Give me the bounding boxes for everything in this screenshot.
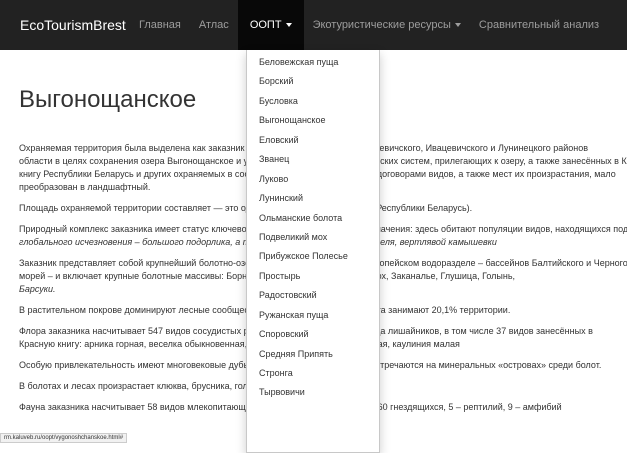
dropdown-item-radostovsky[interactable]: Радостовский — [247, 286, 379, 305]
dropdown-item-vygonoshchanskoe[interactable]: Выгонощанское — [247, 111, 379, 130]
dropdown-item-olmanskie-bolota[interactable]: Ольманские болота — [247, 209, 379, 228]
dropdown-item-luninsky[interactable]: Лунинский — [247, 189, 379, 208]
dropdown-item-belovezhskaya-pushcha[interactable]: Беловежская пуща — [247, 53, 379, 72]
chevron-down-icon — [285, 23, 292, 28]
dropdown-item-prostyr[interactable]: Простырь — [247, 267, 379, 286]
dropdown-item-lukovo[interactable]: Луково — [247, 170, 379, 189]
paragraph-line: преобразован в ландшафтный. — [19, 182, 151, 192]
chevron-down-icon — [454, 23, 461, 28]
brand-logo[interactable]: EcoTourismBrest — [20, 17, 126, 33]
top-navbar: EcoTourismBrest Главная Атлас ООПТ Экоту… — [0, 0, 627, 50]
dropdown-item-buslovka[interactable]: Бусловка — [247, 92, 379, 111]
nav-link-comparative-analysis[interactable]: Сравнительный анализ — [470, 0, 608, 50]
nav-link-ecotourism-resources[interactable]: Экотуристические ресурсы — [304, 0, 470, 50]
nav-link-ecotourism-label: Экотуристические ресурсы — [312, 19, 451, 31]
nav-link-home[interactable]: Главная — [130, 0, 190, 50]
dropdown-item-pribuzhskoe-polesie[interactable]: Прибужское Полесье — [247, 247, 379, 266]
dropdown-item-podvelikiy-mokh[interactable]: Подвеликий мох — [247, 228, 379, 247]
dropdown-item-ruzhanskaya-pushcha[interactable]: Ружанская пуща — [247, 306, 379, 325]
nav-links: Главная Атлас ООПТ Экотуристические ресу… — [130, 0, 608, 50]
nav-link-atlas[interactable]: Атлас — [190, 0, 238, 50]
dropdown-item-srednyaya-pripyat[interactable]: Средняя Припять — [247, 345, 379, 364]
dropdown-item-stronga[interactable]: Стронга — [247, 364, 379, 383]
paragraph-line: Красную книгу: арника горная, веселка об… — [19, 339, 460, 349]
page-title: Выгонощанское — [19, 86, 197, 113]
dropdown-item-zvanets[interactable]: Званец — [247, 150, 379, 169]
dropdown-item-elovsky[interactable]: Еловский — [247, 131, 379, 150]
oopt-dropdown-menu: Беловежская пуща Борский Бусловка Выгоно… — [246, 50, 380, 453]
nav-link-oopt[interactable]: ООПТ — [237, 0, 304, 50]
dropdown-item-sporovsky[interactable]: Споровский — [247, 325, 379, 344]
browser-status-url: rm.kaluveb.ru/oopt/vygonoshchanskoe.html… — [0, 433, 128, 443]
dropdown-item-tyrvovichi[interactable]: Тырвовичи — [247, 383, 379, 402]
dropdown-item-borsky[interactable]: Борский — [247, 72, 379, 91]
nav-link-oopt-label: ООПТ — [249, 19, 282, 31]
paragraph-line: Барсуки. — [19, 284, 56, 294]
